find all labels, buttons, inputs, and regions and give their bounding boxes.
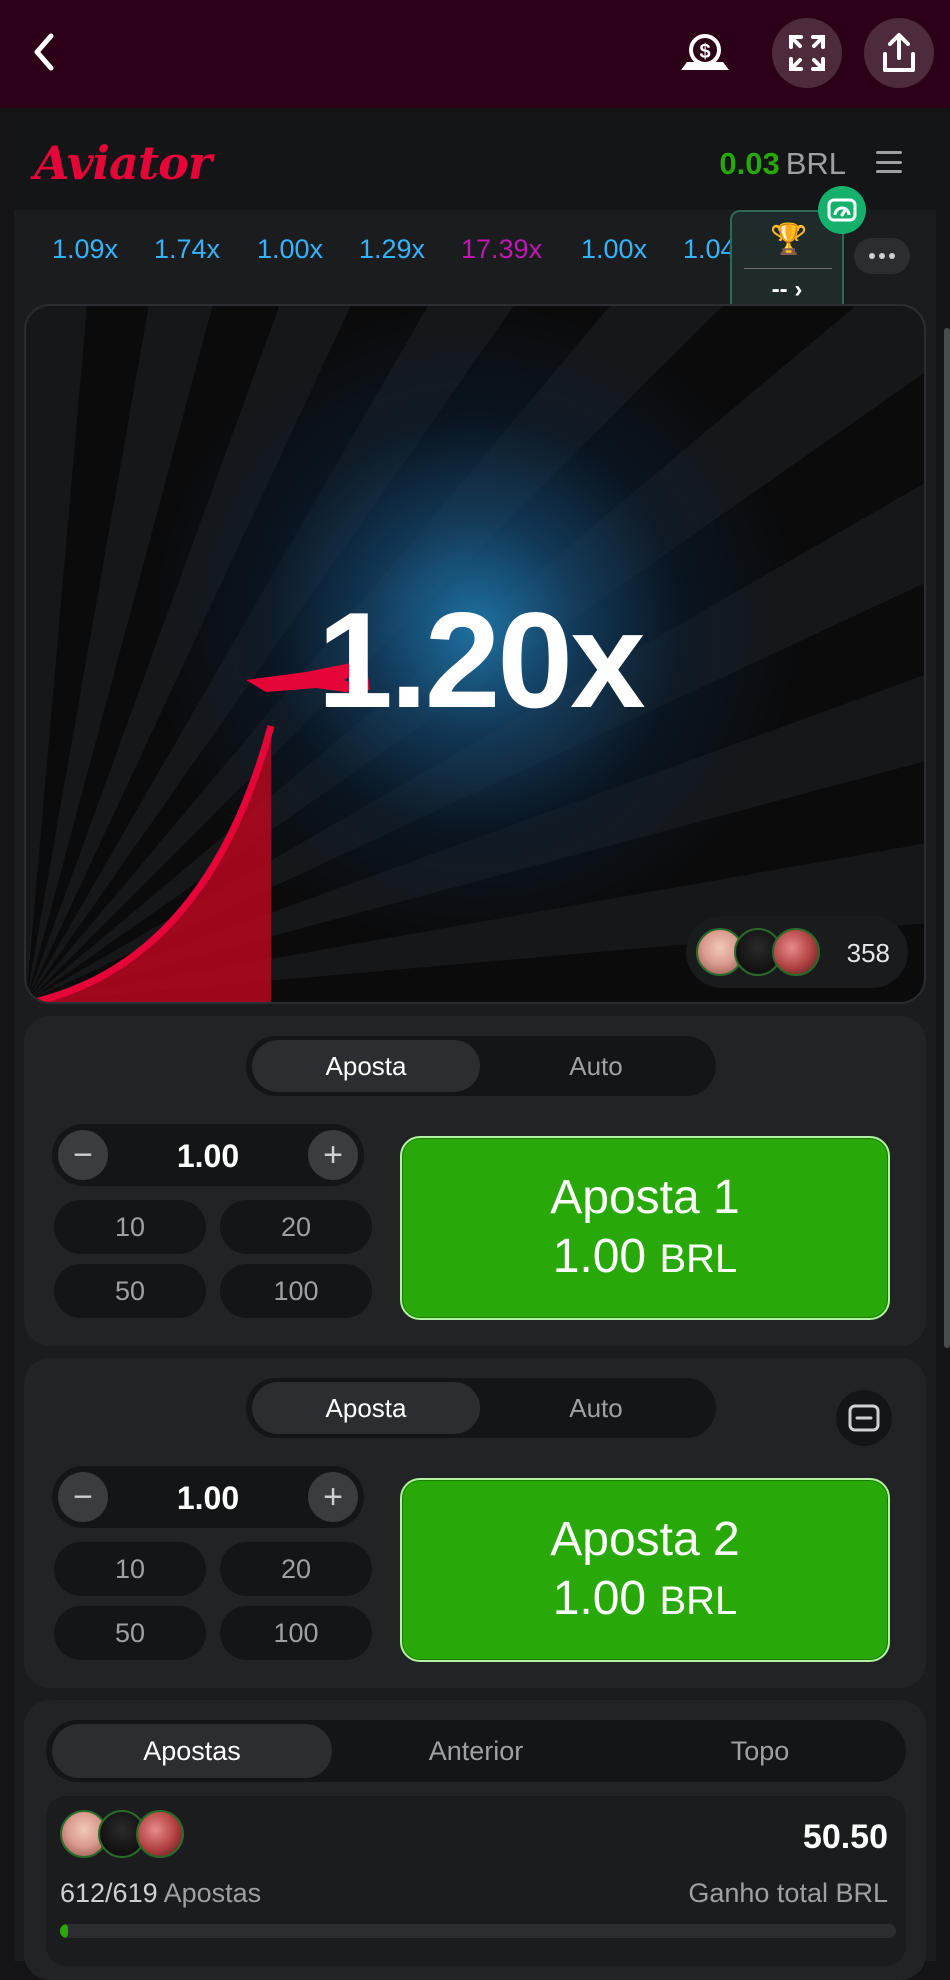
top-bar: $ [0,0,950,108]
bets-progress-bar [60,1924,896,1938]
place-bet-button-2[interactable]: Aposta 2 1.00 BRL [400,1478,890,1662]
place-bet-button-1[interactable]: Aposta 1 1.00 BRL [400,1136,890,1320]
tab-auto[interactable]: Auto [482,1382,710,1434]
tab-apostas[interactable]: Apostas [52,1724,332,1778]
bets-panel: Apostas Anterior Topo 50.50 612/619 Apos… [24,1700,926,1980]
bets-summary: 50.50 612/619 Apostas Ganho total BRL [46,1796,906,1966]
history-row: 1.09x 1.74x 1.00x 1.29x 17.39x 1.00x 1.0… [14,218,734,274]
multiplier-display: 1.20x [26,582,924,738]
aviator-logo: Aviator [34,136,212,190]
game-container: Aviator 0.03 BRL 1.09x 1.74x 1.00x 1.29x … [14,118,950,1980]
avatar [136,1810,184,1858]
bet-panel-2: Aposta Auto − 1.00 + 10 20 50 100 Aposta… [24,1358,926,1688]
bet-button-title: Aposta 2 [550,1513,740,1566]
multiplier-value: 1.20x [317,584,645,736]
svg-text:$: $ [699,41,710,63]
divider [744,268,832,269]
history-more-button[interactable] [854,238,910,274]
speedometer-icon[interactable] [818,186,866,234]
total-win: 50.50 [802,1818,888,1856]
avatar [772,928,820,976]
plus-button[interactable]: + [308,1472,358,1522]
tab-topo[interactable]: Topo [620,1724,900,1778]
balance: 0.03 BRL [719,146,846,182]
bet-mode-tabs: Aposta Auto [246,1036,716,1096]
quick-amount-button[interactable]: 10 [54,1542,206,1596]
quick-amount-button[interactable]: 10 [54,1200,206,1254]
trophy-icon: 🏆 [770,223,808,256]
bet-mode-tabs: Aposta Auto [246,1378,716,1438]
history-item[interactable]: 1.74x [154,234,220,265]
history-item[interactable]: 17.39x [461,234,542,265]
progress-fill [60,1924,69,1938]
balance-amount: 0.03 [719,146,780,181]
tab-auto[interactable]: Auto [482,1040,710,1092]
share-icon[interactable] [864,18,934,88]
history-item[interactable]: 1.04x [683,234,734,265]
quick-amount-button[interactable]: 20 [220,1542,372,1596]
bet-button-amount: 1.00 BRL [552,1572,738,1625]
tab-aposta[interactable]: Aposta [252,1382,480,1434]
history-item[interactable]: 1.00x [257,234,323,265]
quick-amount-button[interactable]: 50 [54,1606,206,1660]
history-item[interactable]: 1.09x [52,234,118,265]
tab-aposta[interactable]: Aposta [252,1040,480,1092]
total-win-label: Ganho total BRL [688,1878,888,1908]
bet-button-title: Aposta 1 [550,1171,740,1224]
game-header: Aviator 0.03 BRL [14,118,936,210]
balance-currency: BRL [785,146,846,181]
menu-icon[interactable] [876,148,902,176]
tab-anterior[interactable]: Anterior [336,1724,616,1778]
player-count: 358 [846,938,890,968]
plus-button[interactable]: + [308,1130,358,1180]
back-arrow-icon[interactable] [22,26,66,78]
bets-count: 612/619 Apostas [60,1878,262,1908]
quick-amount-button[interactable]: 100 [220,1606,372,1660]
bets-tabs: Apostas Anterior Topo [46,1720,906,1782]
bet-button-amount: 1.00 BRL [552,1230,738,1283]
leaderboard-value: -- › [771,276,803,303]
quick-amount-button[interactable]: 20 [220,1200,372,1254]
cashout-icon[interactable]: $ [670,18,740,88]
bet-panel-1: Aposta Auto − 1.00 + 10 20 50 100 Aposta… [24,1016,926,1346]
amount-stepper: − 1.00 + [52,1124,364,1186]
fullscreen-icon[interactable] [772,18,842,88]
players-badge[interactable]: 358 [686,916,908,988]
remove-panel-icon[interactable] [836,1390,892,1446]
scrollbar[interactable] [944,328,950,1348]
quick-amount-button[interactable]: 100 [220,1264,372,1318]
quick-amount-button[interactable]: 50 [54,1264,206,1318]
game-field: 1.20x 358 [24,304,926,1004]
amount-stepper: − 1.00 + [52,1466,364,1528]
history-item[interactable]: 1.29x [359,234,425,265]
history-item[interactable]: 1.00x [581,234,647,265]
